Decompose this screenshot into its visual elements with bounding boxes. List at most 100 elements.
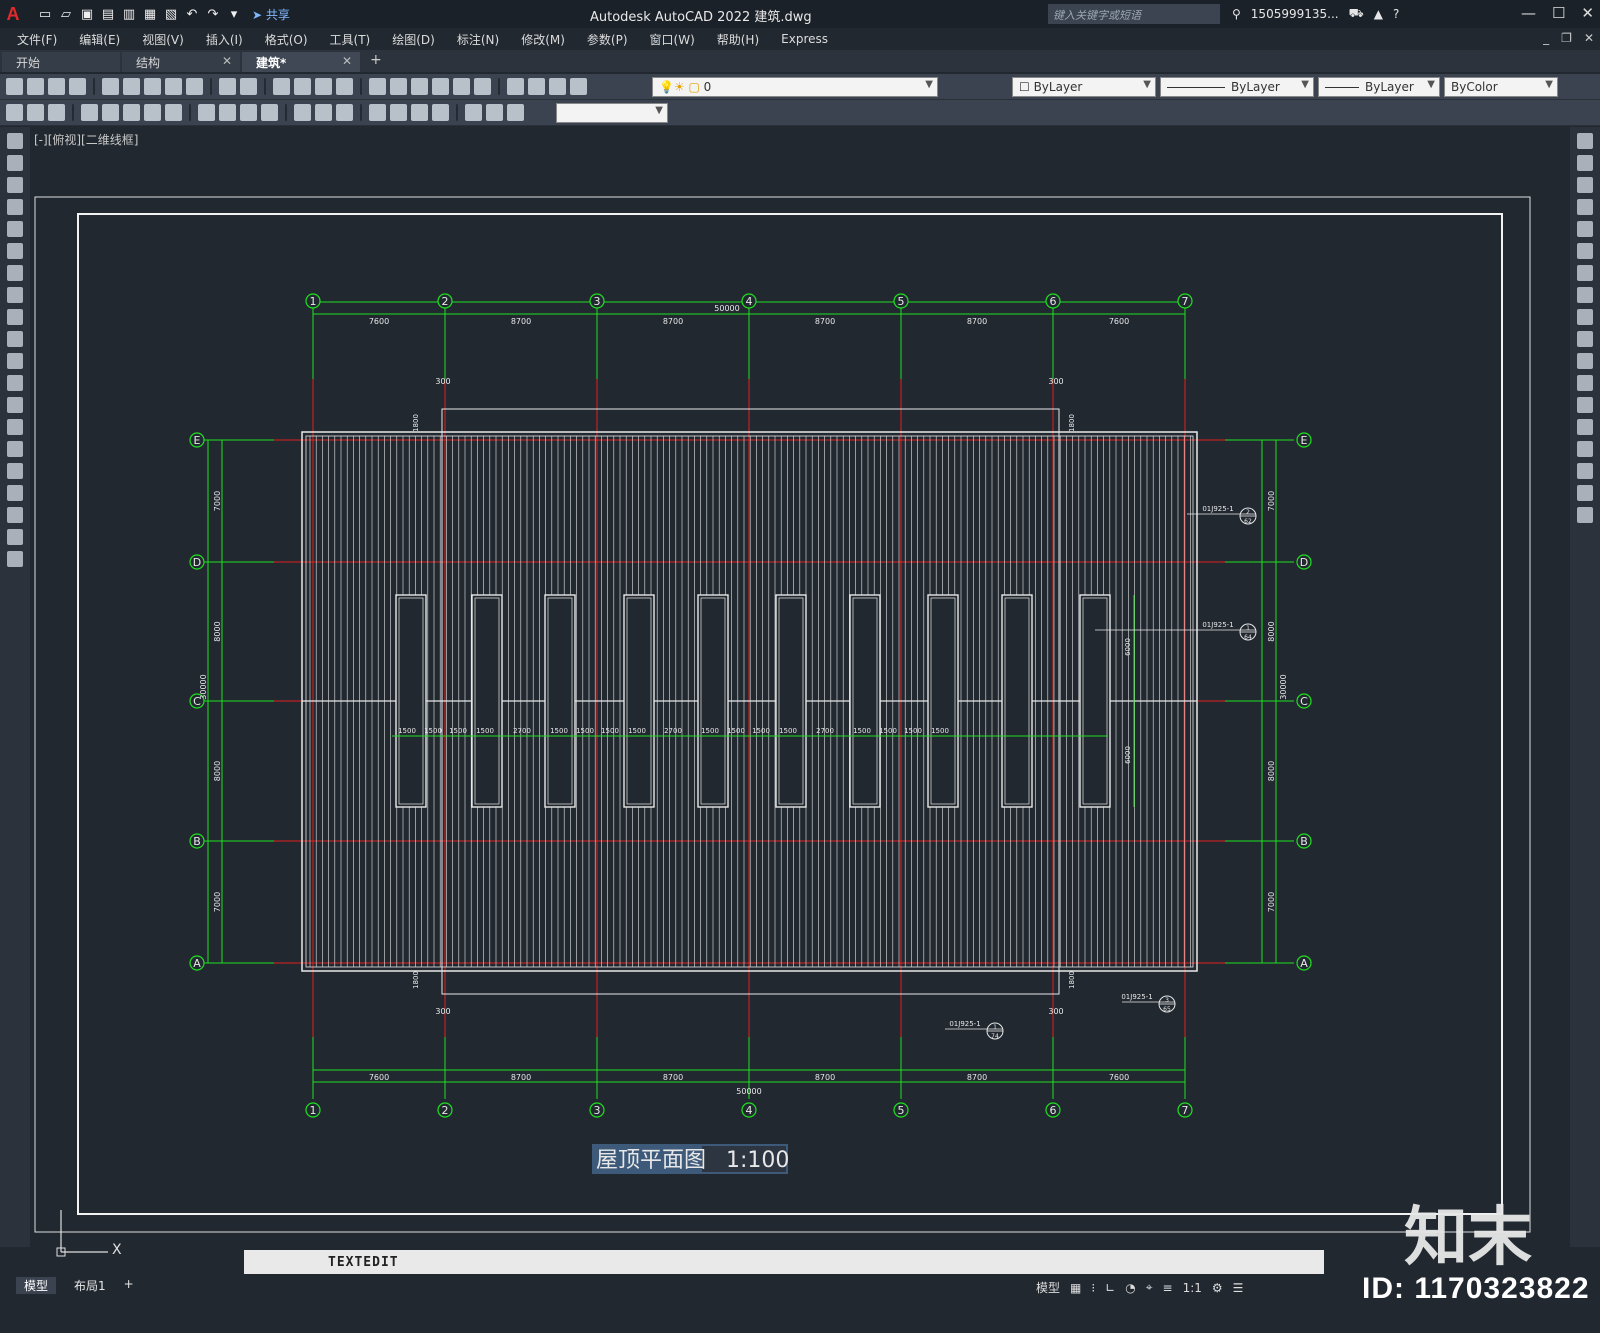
- modify-tool-icon[interactable]: [1577, 441, 1593, 457]
- polar-icon[interactable]: ◔: [1125, 1281, 1135, 1295]
- toolbar-tool-icon[interactable]: [102, 104, 119, 121]
- new-icon[interactable]: ▭: [36, 5, 54, 23]
- draw-tool-icon[interactable]: [7, 397, 23, 413]
- dimstyle-dropdown[interactable]: ▼: [556, 103, 668, 123]
- toolbar-tool-icon[interactable]: [315, 78, 332, 95]
- toolbar-tool-icon[interactable]: [186, 78, 203, 95]
- maximize-icon[interactable]: ☐: [1552, 4, 1565, 22]
- print-icon[interactable]: ▧: [162, 5, 180, 23]
- modify-tool-icon[interactable]: [1577, 331, 1593, 347]
- osnap-icon[interactable]: ⌖: [1146, 1280, 1153, 1295]
- help-icon[interactable]: ?: [1393, 7, 1399, 21]
- layout-tab-model[interactable]: 模型: [16, 1277, 57, 1294]
- toolbar-tool-icon[interactable]: [528, 78, 545, 95]
- toolbar-tool-icon[interactable]: [219, 104, 236, 121]
- toolbar-tool-icon[interactable]: [240, 78, 257, 95]
- color-dropdown[interactable]: ☐ ByLayer ▼: [1012, 77, 1156, 97]
- toolbar-tool-icon[interactable]: [486, 104, 503, 121]
- menu-modify[interactable]: 修改(M): [521, 31, 565, 48]
- modify-tool-icon[interactable]: [1577, 133, 1593, 149]
- lineweight-dropdown[interactable]: ByLayer ▼: [1318, 77, 1440, 97]
- drawing-viewport[interactable]: [-][俯视][二维线框] 1 1 2 2 3 3 4 4 5 5 6 6 7 7 E E D D C C B B A A 76…: [30, 127, 1570, 1247]
- tab-structure[interactable]: 结构 ✕: [122, 52, 240, 72]
- customization-icon[interactable]: ☰: [1233, 1281, 1244, 1295]
- toolbar-tool-icon[interactable]: [6, 104, 23, 121]
- modify-tool-icon[interactable]: [1577, 221, 1593, 237]
- toolbar-tool-icon[interactable]: [165, 104, 182, 121]
- model-space-button[interactable]: 模型: [1036, 1279, 1060, 1296]
- menu-insert[interactable]: 插入(I): [206, 31, 243, 48]
- menu-parametric[interactable]: 参数(P): [587, 31, 628, 48]
- draw-tool-icon[interactable]: [7, 177, 23, 193]
- ortho-icon[interactable]: ∟: [1105, 1281, 1115, 1295]
- toolbar-tool-icon[interactable]: [27, 104, 44, 121]
- modify-tool-icon[interactable]: [1577, 375, 1593, 391]
- modify-tool-icon[interactable]: [1577, 243, 1593, 259]
- toolbar-tool-icon[interactable]: [144, 104, 161, 121]
- add-layout-icon[interactable]: +: [124, 1277, 134, 1294]
- menu-help[interactable]: 帮助(H): [717, 31, 759, 48]
- tab-close-icon[interactable]: ✕: [222, 54, 232, 68]
- toolbar-tool-icon[interactable]: [507, 104, 524, 121]
- toolbar-tool-icon[interactable]: [240, 104, 257, 121]
- menu-file[interactable]: 文件(F): [17, 31, 57, 48]
- modify-tool-icon[interactable]: [1577, 485, 1593, 501]
- modify-tool-icon[interactable]: [1577, 199, 1593, 215]
- toolbar-tool-icon[interactable]: [465, 104, 482, 121]
- grid-icon[interactable]: ▦: [1070, 1281, 1081, 1295]
- toolbar-tool-icon[interactable]: [6, 78, 23, 95]
- open-icon[interactable]: ▱: [57, 5, 75, 23]
- web-save-icon[interactable]: ▦: [141, 5, 159, 23]
- toolbar-tool-icon[interactable]: [411, 78, 428, 95]
- undo-icon[interactable]: ↶: [183, 5, 201, 23]
- doc-close-icon[interactable]: ✕: [1584, 31, 1594, 45]
- tab-architecture[interactable]: 建筑* ✕: [242, 52, 360, 72]
- layout-tab-layout1[interactable]: 布局1: [74, 1277, 106, 1294]
- share-button[interactable]: ➤ 共享: [252, 6, 290, 23]
- modify-tool-icon[interactable]: [1577, 397, 1593, 413]
- menu-edit[interactable]: 编辑(E): [79, 31, 120, 48]
- redo-icon[interactable]: ↷: [204, 5, 222, 23]
- toolbar-tool-icon[interactable]: [507, 78, 524, 95]
- toolbar-tool-icon[interactable]: [27, 78, 44, 95]
- toolbar-tool-icon[interactable]: [432, 78, 449, 95]
- draw-tool-icon[interactable]: [7, 375, 23, 391]
- modify-tool-icon[interactable]: [1577, 353, 1593, 369]
- linetype-dropdown[interactable]: ByLayer ▼: [1160, 77, 1314, 97]
- menu-draw[interactable]: 绘图(D): [392, 31, 435, 48]
- save-icon[interactable]: ▣: [78, 5, 96, 23]
- draw-tool-icon[interactable]: [7, 265, 23, 281]
- toolbar-tool-icon[interactable]: [123, 104, 140, 121]
- menu-express[interactable]: Express: [781, 32, 828, 46]
- new-tab-icon[interactable]: +: [370, 52, 382, 72]
- lineweight-icon[interactable]: ≡: [1163, 1281, 1173, 1295]
- toolbar-tool-icon[interactable]: [369, 78, 386, 95]
- menu-dimension[interactable]: 标注(N): [457, 31, 499, 48]
- search-icon[interactable]: ⚲: [1232, 7, 1241, 21]
- toolbar-tool-icon[interactable]: [336, 104, 353, 121]
- doc-restore-icon[interactable]: ❐: [1561, 31, 1572, 45]
- menu-view[interactable]: 视图(V): [142, 31, 184, 48]
- toolbar-tool-icon[interactable]: [549, 78, 566, 95]
- toolbar-tool-icon[interactable]: [198, 104, 215, 121]
- autodesk-account-icon[interactable]: ▲: [1374, 7, 1383, 21]
- toolbar-tool-icon[interactable]: [390, 104, 407, 121]
- draw-tool-icon[interactable]: [7, 463, 23, 479]
- toolbar-tool-icon[interactable]: [273, 78, 290, 95]
- toolbar-tool-icon[interactable]: [219, 78, 236, 95]
- menu-window[interactable]: 窗口(W): [650, 31, 695, 48]
- modify-tool-icon[interactable]: [1577, 507, 1593, 523]
- annotation-scale[interactable]: 1:1: [1183, 1281, 1202, 1295]
- modify-tool-icon[interactable]: [1577, 287, 1593, 303]
- toolbar-tool-icon[interactable]: [432, 104, 449, 121]
- toolbar-tool-icon[interactable]: [81, 104, 98, 121]
- user-name[interactable]: 1505999135...: [1251, 7, 1339, 21]
- toolbar-tool-icon[interactable]: [315, 104, 332, 121]
- draw-tool-icon[interactable]: [7, 551, 23, 567]
- doc-minimize-icon[interactable]: _: [1543, 31, 1549, 45]
- modify-tool-icon[interactable]: [1577, 155, 1593, 171]
- draw-tool-icon[interactable]: [7, 133, 23, 149]
- draw-tool-icon[interactable]: [7, 419, 23, 435]
- draw-tool-icon[interactable]: [7, 353, 23, 369]
- save-as-icon[interactable]: ▤: [99, 5, 117, 23]
